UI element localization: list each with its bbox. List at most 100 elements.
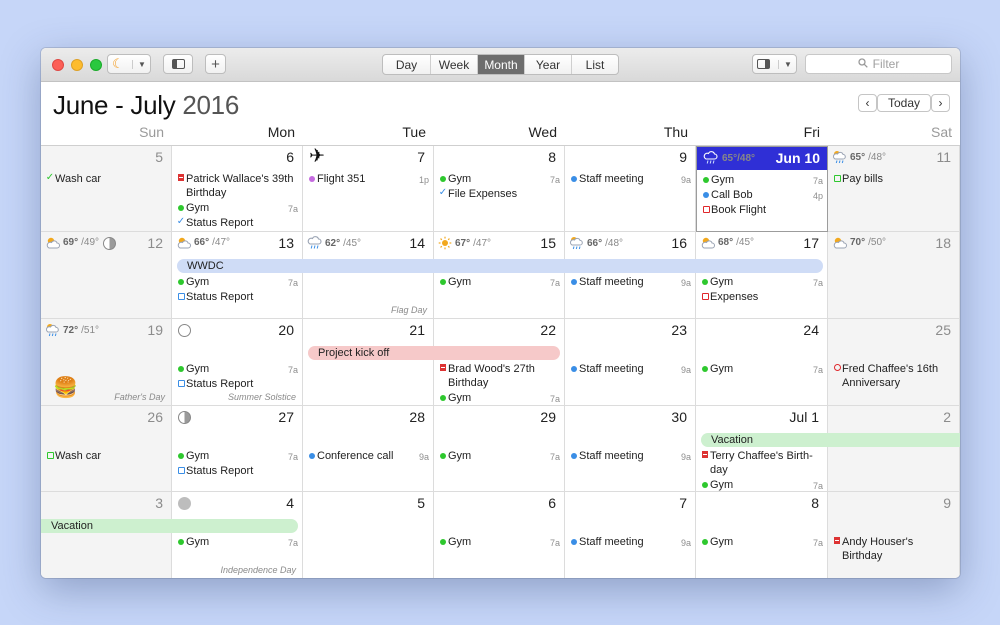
event-item[interactable]: Fred Chaffee's 16th Anniversary <box>832 362 955 390</box>
day-cell[interactable]: 5 ✓ Wash car <box>41 146 172 232</box>
previous-button[interactable]: ‹ <box>858 94 877 112</box>
calendar-set-button[interactable]: ☾ ▼ <box>107 54 151 74</box>
day-cell[interactable]: 65°/48° Jun 10 Gym 7a Call Bob 4p Book Flight <box>696 146 828 232</box>
event-item[interactable]: Conference call 9a <box>307 449 429 464</box>
day-cell[interactable]: 12 69°/49° <box>41 232 172 319</box>
day-cell[interactable]: 22 Brad Wood's 27th Birthday Gym 7a <box>434 319 565 406</box>
event-item[interactable]: Gym 7a <box>438 275 560 290</box>
event-item[interactable]: Staff meeting 9a <box>569 172 691 187</box>
day-cell[interactable]: 20 Summer Solstice Gym 7a Status Report <box>172 319 303 406</box>
day-cell[interactable]: 15 67°/47° Gym 7a <box>434 232 565 319</box>
event-item[interactable]: Book Flight <box>701 203 823 217</box>
day-cell[interactable]: 17 68°/45° Gym 7a Expenses <box>696 232 828 319</box>
day-cell[interactable]: 2 <box>828 406 960 492</box>
tab-week[interactable]: Week <box>430 55 477 74</box>
event-item[interactable]: Pay bills <box>832 172 955 186</box>
day-cell[interactable]: 8 Gym 7a <box>696 492 828 578</box>
event-item[interactable]: Staff meeting 9a <box>569 275 691 290</box>
event-item[interactable]: ✓ Wash car <box>45 172 167 186</box>
event-item[interactable]: Terry Chaffee's Birth-day <box>700 449 823 477</box>
zoom-window-button[interactable] <box>90 59 102 71</box>
tab-month[interactable]: Month <box>477 55 524 74</box>
date-number: 26 <box>147 409 163 425</box>
event-item[interactable]: Status Report <box>176 464 298 478</box>
event-item[interactable]: ✓ File Expenses <box>438 187 560 201</box>
event-item[interactable]: Gym 7a <box>176 535 298 550</box>
event-bar-title: Vacation <box>51 520 93 532</box>
day-cell[interactable]: 5 <box>303 492 434 578</box>
project-kick-off-bar[interactable]: Project kick off <box>308 346 560 360</box>
event-item[interactable]: Brad Wood's 27th Birthday <box>438 362 560 390</box>
event-item[interactable]: Gym 7a <box>700 535 823 550</box>
day-cell[interactable]: 16 66°/48° Staff meeting 9a <box>565 232 696 319</box>
sun-cloud-icon <box>45 236 60 249</box>
day-cell[interactable]: 6 Gym 7a <box>434 492 565 578</box>
event-item[interactable]: Gym 7a <box>438 449 560 464</box>
event-item[interactable]: Andy Houser's Birthday <box>832 535 955 563</box>
event-title: Andy Houser's Birthday <box>842 536 914 562</box>
day-cell[interactable]: 26 Wash car <box>41 406 172 492</box>
today-button[interactable]: Today <box>877 94 931 112</box>
close-window-button[interactable] <box>52 59 64 71</box>
day-cell[interactable]: 27 Gym 7a Status Report <box>172 406 303 492</box>
day-cell[interactable]: 9 Staff meeting 9a <box>565 146 696 232</box>
event-item[interactable]: Staff meeting 9a <box>569 449 691 464</box>
event-item[interactable]: Gym 7a <box>700 478 823 491</box>
day-cell[interactable]: 8 Gym 7a ✓ File Expenses <box>434 146 565 232</box>
day-cell[interactable]: 7 ✈ Flight 351 1p <box>303 146 434 232</box>
day-cell[interactable]: 3 <box>41 492 172 578</box>
minimize-window-button[interactable] <box>71 59 83 71</box>
day-cell[interactable]: 24 Gym 7a <box>696 319 828 406</box>
weekday-tue: Tue <box>402 124 426 140</box>
next-button[interactable]: › <box>931 94 950 112</box>
event-item[interactable]: Gym 7a <box>176 449 298 464</box>
event-item[interactable]: Wash car <box>45 449 167 463</box>
event-item[interactable]: Expenses <box>700 290 823 304</box>
day-cell[interactable]: 21 <box>303 319 434 406</box>
day-cell[interactable]: 19 72°/51° 🍔 Father's Day <box>41 319 172 406</box>
event-item[interactable]: Gym 7a <box>438 391 560 405</box>
event-item[interactable]: Gym 7a <box>176 362 298 377</box>
sidebar-toggle-button[interactable] <box>163 54 193 74</box>
event-item[interactable]: Status Report <box>176 377 298 391</box>
tab-day[interactable]: Day <box>383 55 430 74</box>
event-dot-icon <box>571 176 577 182</box>
event-item[interactable]: Call Bob 4p <box>701 188 823 203</box>
day-cell[interactable]: 11 65°/48° Pay bills <box>828 146 960 232</box>
event-item[interactable]: Gym 7a <box>700 275 823 290</box>
tab-list[interactable]: List <box>571 55 618 74</box>
day-cell[interactable]: Jul 1 Terry Chaffee's Birth-day Gym 7a <box>696 406 828 492</box>
event-item[interactable]: Gym 7a <box>438 535 560 550</box>
event-item[interactable]: Gym 7a <box>701 173 823 188</box>
day-cell[interactable]: 4 Independence Day Gym 7a <box>172 492 303 578</box>
event-item[interactable]: Staff meeting 9a <box>569 362 691 377</box>
day-cell[interactable]: 28 Conference call 9a <box>303 406 434 492</box>
day-cell[interactable]: 18 70°/50° <box>828 232 960 319</box>
add-event-button[interactable]: + <box>205 54 226 74</box>
event-item[interactable]: Gym 7a <box>176 201 298 216</box>
vacation-bar[interactable]: Vacation <box>41 519 298 533</box>
day-cell[interactable]: 9 Andy Houser's Birthday <box>828 492 960 578</box>
day-cell[interactable]: 25 Fred Chaffee's 16th Anniversary <box>828 319 960 406</box>
event-item[interactable]: Staff meeting 9a <box>569 535 691 550</box>
day-cell[interactable]: 23 Staff meeting 9a <box>565 319 696 406</box>
day-cell[interactable]: 14 62°/45° Flag Day <box>303 232 434 319</box>
event-item[interactable]: Status Report <box>176 290 298 304</box>
inspector-toggle-button[interactable]: ▼ <box>752 54 797 74</box>
day-cell[interactable]: 13 66°/47° Gym 7a Status Report <box>172 232 303 319</box>
event-item[interactable]: Gym 7a <box>438 172 560 187</box>
filter-field[interactable]: Filter <box>805 54 952 74</box>
event-item[interactable]: Flight 351 1p <box>307 172 429 187</box>
day-cell[interactable]: 29 Gym 7a <box>434 406 565 492</box>
event-item[interactable]: Patrick Wallace's 39th Birthday <box>176 172 298 200</box>
day-cell[interactable]: 30 Staff meeting 9a <box>565 406 696 492</box>
day-cell[interactable]: 7 Staff meeting 9a <box>565 492 696 578</box>
event-item[interactable]: Gym 7a <box>176 275 298 290</box>
day-cell[interactable]: 6 Patrick Wallace's 39th Birthday Gym 7a ✓ St… <box>172 146 303 232</box>
tab-year[interactable]: Year <box>524 55 571 74</box>
event-item[interactable]: ✓ Status Report <box>176 216 298 230</box>
event-item[interactable]: Gym 7a <box>700 362 823 377</box>
vacation-bar[interactable]: Vacation <box>701 433 960 447</box>
month-grid: 5 ✓ Wash car 6 Patrick Wallace's 39th Birthd… <box>41 145 960 578</box>
wwdc-event-bar[interactable]: WWDC <box>177 259 823 273</box>
